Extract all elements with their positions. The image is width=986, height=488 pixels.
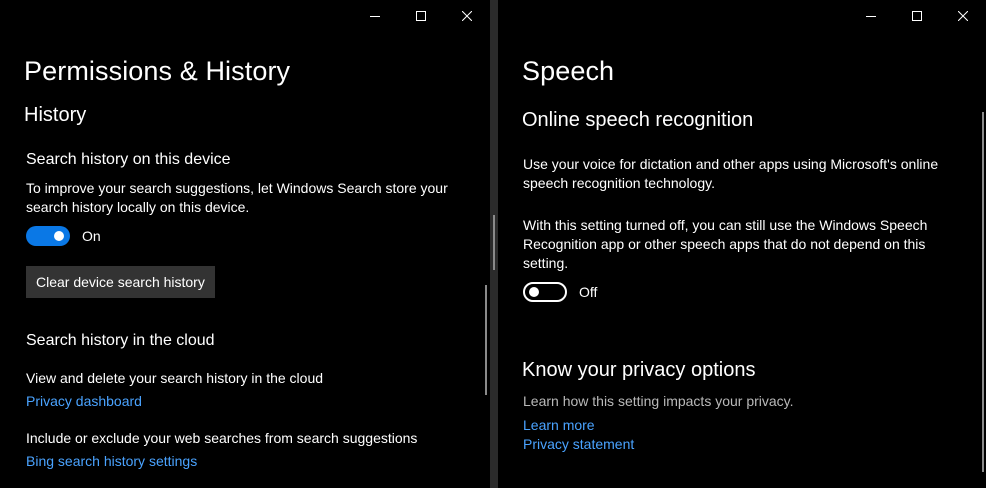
minimize-icon	[866, 16, 876, 17]
permissions-history-window: Permissions & History History Search his…	[0, 0, 490, 488]
online-speech-toggle-label: Off	[579, 284, 598, 300]
close-button[interactable]	[444, 0, 490, 32]
page-title: Speech	[522, 56, 615, 86]
close-icon	[958, 11, 968, 21]
minimize-button[interactable]	[352, 0, 398, 32]
cloud-include-text: Include or exclude your web searches fro…	[26, 430, 418, 446]
minimize-icon	[370, 16, 380, 17]
divider-handle[interactable]	[493, 215, 495, 270]
right-scrollbar[interactable]	[982, 112, 984, 472]
minimize-button[interactable]	[848, 0, 894, 32]
cloud-view-text: View and delete your search history in t…	[26, 370, 324, 386]
speech-off-note: With this setting turned off, you can st…	[523, 217, 928, 271]
privacy-dashboard-link[interactable]: Privacy dashboard	[26, 393, 142, 409]
privacy-options-description: Learn how this setting impacts your priv…	[523, 393, 794, 409]
device-history-toggle[interactable]	[26, 226, 70, 246]
toggle-knob	[529, 287, 539, 297]
device-history-heading: Search history on this device	[26, 151, 231, 168]
privacy-options-heading: Know your privacy options	[522, 359, 756, 381]
device-history-toggle-label: On	[82, 228, 101, 244]
bing-history-settings-link[interactable]: Bing search history settings	[26, 453, 197, 469]
device-history-toggle-row: On	[26, 226, 101, 246]
maximize-button[interactable]	[398, 0, 444, 32]
speech-window: Speech Online speech recognition Use you…	[498, 0, 986, 488]
toggle-knob	[54, 231, 64, 241]
device-history-description: To improve your search suggestions, let …	[26, 180, 448, 215]
left-scrollbar[interactable]	[485, 285, 487, 395]
title-bar-buttons	[848, 0, 986, 32]
online-speech-toggle[interactable]	[523, 282, 567, 302]
section-title-online-speech: Online speech recognition	[522, 109, 754, 131]
learn-more-link[interactable]: Learn more	[523, 417, 595, 433]
clear-device-history-button[interactable]: Clear device search history	[26, 266, 215, 298]
cloud-history-heading: Search history in the cloud	[26, 332, 215, 349]
privacy-statement-link[interactable]: Privacy statement	[523, 436, 634, 452]
maximize-icon	[912, 11, 922, 21]
maximize-button[interactable]	[894, 0, 940, 32]
maximize-icon	[416, 11, 426, 21]
section-title-history: History	[24, 104, 87, 126]
page-title: Permissions & History	[24, 56, 291, 86]
speech-toggle-row: Off	[523, 282, 597, 302]
title-bar-buttons	[352, 0, 490, 32]
speech-description: Use your voice for dictation and other a…	[523, 156, 939, 191]
close-button[interactable]	[940, 0, 986, 32]
window-divider	[490, 0, 498, 488]
close-icon	[462, 11, 472, 21]
